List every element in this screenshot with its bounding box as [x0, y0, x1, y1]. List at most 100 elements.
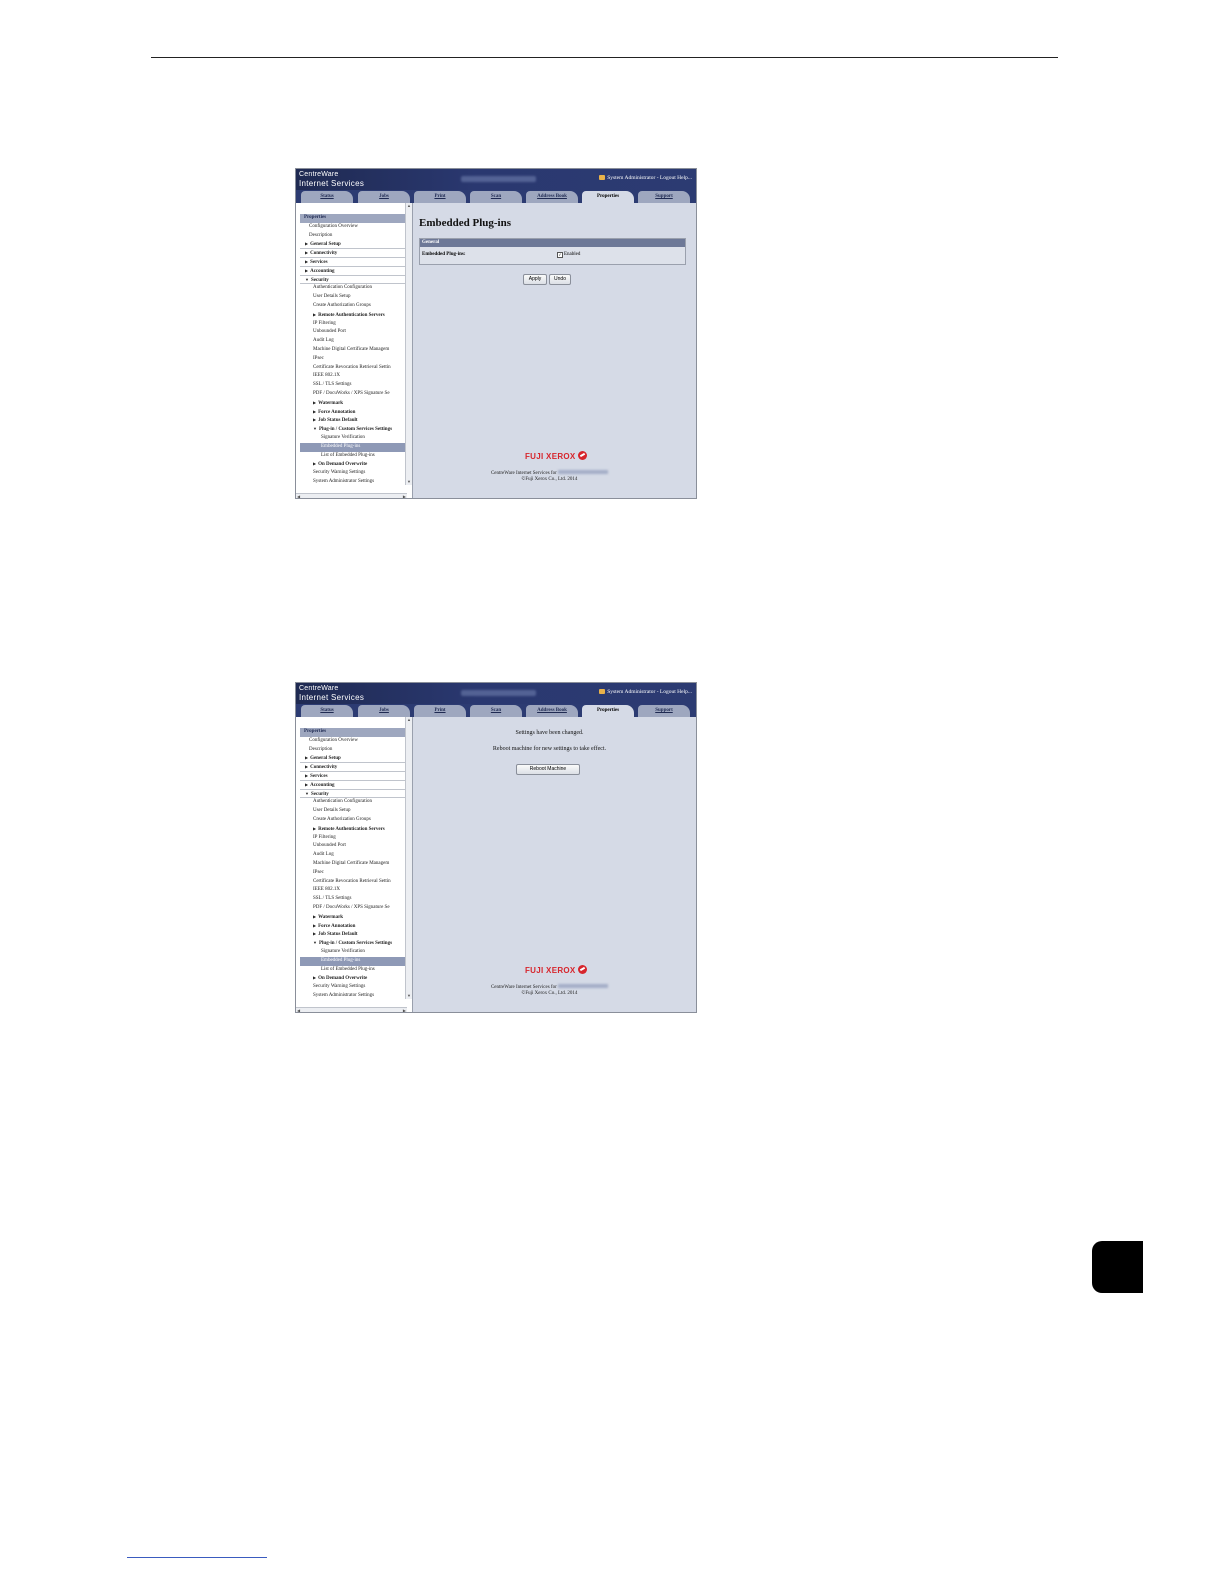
sidebar-item-connectivity[interactable]: ▶ Connectivity — [300, 249, 407, 258]
sidebar-item-security-warning-settings[interactable]: Security Warning Settings — [300, 983, 407, 992]
sidebar-item-watermark[interactable]: ▶ Watermark — [300, 399, 407, 408]
tab-support[interactable]: Support — [638, 705, 690, 717]
tab-print[interactable]: Print — [414, 191, 466, 203]
tab-scan[interactable]: Scan — [470, 705, 522, 717]
sidebar-item-services[interactable]: ▶ Services — [300, 258, 407, 267]
collapsed-arrow-icon[interactable]: ▶ — [313, 400, 317, 405]
sidebar-item-ssl-tls-settings[interactable]: SSL / TLS Settings — [300, 895, 407, 904]
tab-address-book[interactable]: Address Book — [526, 191, 578, 203]
sidebar-item-configuration-overview[interactable]: Configuration Overview — [300, 223, 407, 232]
sidebar-item-machine-digital-certificate-managem[interactable]: Machine Digital Certificate Managem — [300, 346, 407, 355]
sidebar-item-unbounded-port[interactable]: Unbounded Port — [300, 328, 407, 337]
sidebar-item-user-details-setup[interactable]: User Details Setup — [300, 807, 407, 816]
collapsed-arrow-icon[interactable]: ▶ — [313, 826, 317, 831]
collapsed-arrow-icon[interactable]: ▶ — [313, 312, 317, 317]
sidebar-item-connectivity[interactable]: ▶ Connectivity — [300, 763, 407, 772]
sidebar-item-audit-log[interactable]: Audit Log — [300, 337, 407, 346]
sidebar-item-unbounded-port[interactable]: Unbounded Port — [300, 842, 407, 851]
tab-jobs[interactable]: Jobs — [358, 191, 410, 203]
sidebar-item-signature-verification[interactable]: Signature Verification — [300, 948, 407, 957]
sidebar-item-ip-filtering[interactable]: IP Filtering — [300, 834, 407, 843]
sidebar-item-remote-authentication-servers[interactable]: ▶ Remote Authentication Servers — [300, 311, 407, 320]
sidebar-item-ip-filtering[interactable]: IP Filtering — [300, 320, 407, 329]
collapsed-arrow-icon[interactable]: ▶ — [313, 461, 317, 466]
scroll-left-icon[interactable]: ◀ — [297, 494, 300, 498]
tab-scan[interactable]: Scan — [470, 191, 522, 203]
sidebar-item-ipsec[interactable]: IPsec — [300, 355, 407, 364]
expanded-arrow-icon[interactable]: ▼ — [305, 277, 310, 282]
tab-print[interactable]: Print — [414, 705, 466, 717]
expanded-arrow-icon[interactable]: ▼ — [313, 940, 318, 945]
sidebar-item-configuration-overview[interactable]: Configuration Overview — [300, 737, 407, 746]
expanded-arrow-icon[interactable]: ▼ — [313, 426, 318, 431]
tab-status[interactable]: Status — [301, 705, 353, 717]
sidebar-item-job-status-default[interactable]: ▶ Job Status Default — [300, 930, 407, 939]
scroll-down-icon[interactable]: ▼ — [407, 993, 411, 999]
sidebar-item-ssl-tls-settings[interactable]: SSL / TLS Settings — [300, 381, 407, 390]
collapsed-arrow-icon[interactable]: ▶ — [313, 914, 317, 919]
collapsed-arrow-icon[interactable]: ▶ — [305, 782, 309, 787]
scroll-up-icon[interactable]: ▲ — [407, 203, 411, 209]
sidebar-item-plug-in-custom-services-settings[interactable]: ▼ Plug-in / Custom Services Settings — [300, 425, 407, 434]
sidebar-item-description[interactable]: Description — [300, 746, 407, 755]
tab-support[interactable]: Support — [638, 191, 690, 203]
apply-button[interactable]: Apply — [523, 274, 547, 285]
sidebar-item-embedded-plug-ins[interactable]: Embedded Plug-ins — [300, 956, 407, 966]
tab-jobs[interactable]: Jobs — [358, 705, 410, 717]
sidebar-item-plug-in-custom-services-settings[interactable]: ▼ Plug-in / Custom Services Settings — [300, 939, 407, 948]
sidebar-item-authentication-configuration[interactable]: Authentication Configuration — [300, 284, 407, 293]
scroll-down-icon[interactable]: ▼ — [407, 479, 411, 485]
sidebar-item-security-warning-settings[interactable]: Security Warning Settings — [300, 469, 407, 478]
scroll-right-icon[interactable]: ▶ — [403, 494, 406, 498]
tab-address-book[interactable]: Address Book — [526, 705, 578, 717]
collapsed-arrow-icon[interactable]: ▶ — [313, 417, 317, 422]
sidebar-item-list-of-embedded-plug-ins[interactable]: List of Embedded Plug-ins — [300, 452, 407, 461]
collapsed-arrow-icon[interactable]: ▶ — [313, 923, 317, 928]
sidebar-item-force-annotation[interactable]: ▶ Force Annotation — [300, 408, 407, 417]
checkbox-icon[interactable]: ✓ — [557, 252, 563, 258]
collapsed-arrow-icon[interactable]: ▶ — [305, 259, 309, 264]
sidebar-item-on-demand-overwrite[interactable]: ▶ On Demand Overwrite — [300, 974, 407, 983]
vertical-scrollbar[interactable]: ▲ ▼ — [405, 717, 412, 999]
sidebar-item-watermark[interactable]: ▶ Watermark — [300, 913, 407, 922]
sidebar-item-general-setup[interactable]: ▶ General Setup — [300, 754, 407, 764]
vertical-scrollbar[interactable]: ▲ ▼ — [405, 203, 412, 485]
collapsed-arrow-icon[interactable]: ▶ — [313, 975, 317, 980]
sidebar-item-embedded-plug-ins[interactable]: Embedded Plug-ins — [300, 442, 407, 452]
sidebar-item-general-setup[interactable]: ▶ General Setup — [300, 240, 407, 250]
horizontal-scrollbar[interactable]: ◀ ▶ — [296, 1007, 407, 1012]
collapsed-arrow-icon[interactable]: ▶ — [305, 755, 309, 760]
sidebar-item-authentication-configuration[interactable]: Authentication Configuration — [300, 798, 407, 807]
sidebar-item-create-authorization-groups[interactable]: Create Authorization Groups — [300, 302, 407, 311]
sidebar-item-remote-authentication-servers[interactable]: ▶ Remote Authentication Servers — [300, 825, 407, 834]
sidebar-item-user-details-setup[interactable]: User Details Setup — [300, 293, 407, 302]
sidebar-item-signature-verification[interactable]: Signature Verification — [300, 434, 407, 443]
sidebar-item-pdf-docuworks-xps-signature-se[interactable]: PDF / DocuWorks / XPS Signature Se — [300, 904, 407, 913]
sidebar-item-machine-digital-certificate-managem[interactable]: Machine Digital Certificate Managem — [300, 860, 407, 869]
user-links[interactable]: System Administrator - Logout Help... — [599, 689, 692, 695]
collapsed-arrow-icon[interactable]: ▶ — [305, 250, 309, 255]
sidebar-item-create-authorization-groups[interactable]: Create Authorization Groups — [300, 816, 407, 825]
sidebar-item-system-administrator-settings[interactable]: System Administrator Settings — [300, 478, 407, 487]
sidebar-item-system-administrator-settings[interactable]: System Administrator Settings — [300, 992, 407, 1001]
enabled-checkbox[interactable]: ✓ Enabled — [557, 252, 580, 258]
sidebar-item-certificate-revocation-retrieval-settin[interactable]: Certificate Revocation Retrieval Settin — [300, 878, 407, 887]
collapsed-arrow-icon[interactable]: ▶ — [313, 409, 317, 414]
collapsed-arrow-icon[interactable]: ▶ — [305, 268, 309, 273]
sidebar-item-job-status-default[interactable]: ▶ Job Status Default — [300, 416, 407, 425]
sidebar-item-on-demand-overwrite[interactable]: ▶ On Demand Overwrite — [300, 460, 407, 469]
collapsed-arrow-icon[interactable]: ▶ — [305, 773, 309, 778]
tab-status[interactable]: Status — [301, 191, 353, 203]
sidebar-item-ipsec[interactable]: IPsec — [300, 869, 407, 878]
sidebar-item-services[interactable]: ▶ Services — [300, 772, 407, 781]
sidebar-item-security[interactable]: ▼ Security — [300, 276, 407, 285]
sidebar-item-list-of-embedded-plug-ins[interactable]: List of Embedded Plug-ins — [300, 966, 407, 975]
sidebar-item-security[interactable]: ▼ Security — [300, 790, 407, 799]
horizontal-scrollbar[interactable]: ◀ ▶ — [296, 493, 407, 498]
collapsed-arrow-icon[interactable]: ▶ — [305, 241, 309, 246]
sidebar-item-audit-log[interactable]: Audit Log — [300, 851, 407, 860]
user-links[interactable]: System Administrator - Logout Help... — [599, 175, 692, 181]
reboot-machine-button[interactable]: Reboot Machine — [516, 764, 580, 775]
sidebar-item-ieee-802-1x[interactable]: IEEE 802.1X — [300, 372, 407, 381]
collapsed-arrow-icon[interactable]: ▶ — [305, 764, 309, 769]
